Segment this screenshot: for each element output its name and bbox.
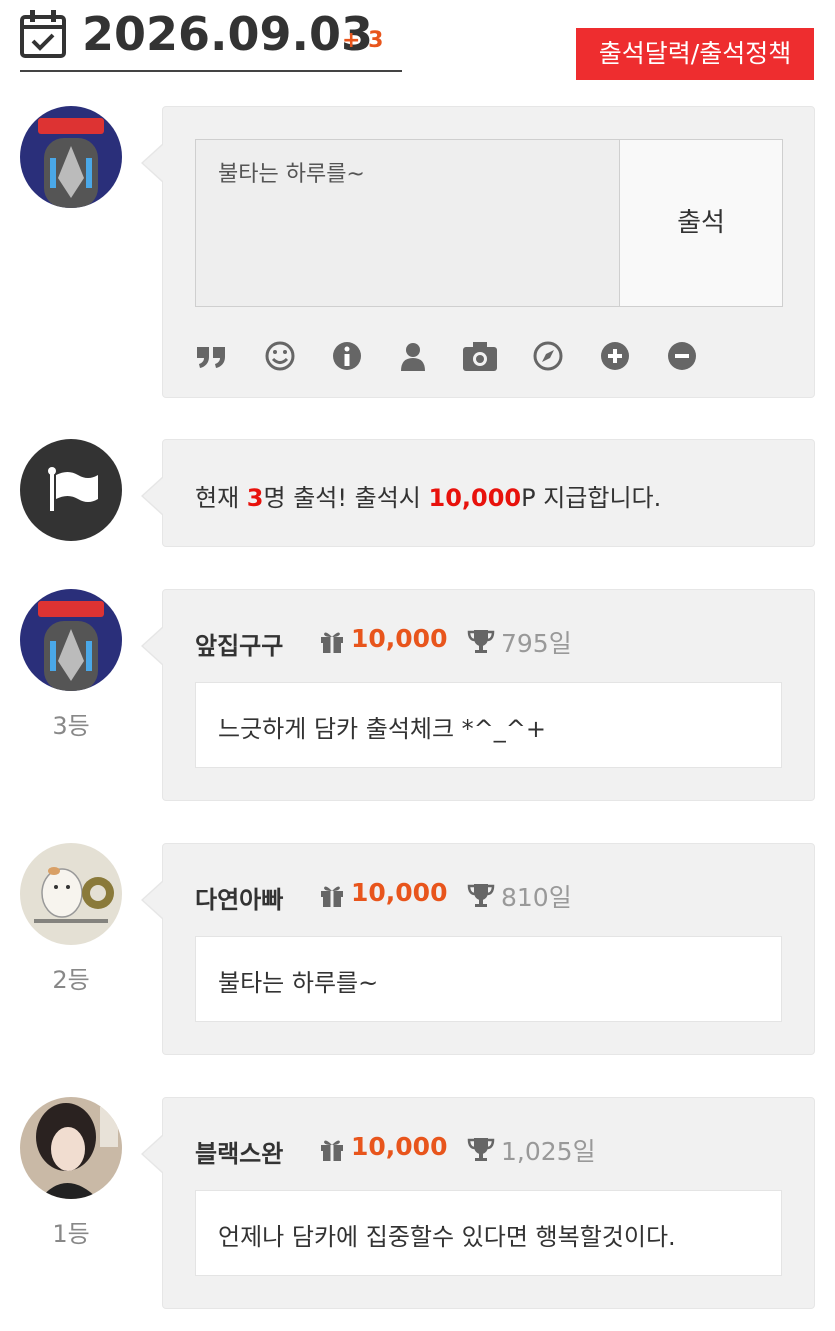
trophy-icon xyxy=(467,884,495,907)
gift-icon xyxy=(321,1140,343,1161)
user-icon[interactable] xyxy=(396,339,430,373)
reward-points: 10,000 xyxy=(351,624,448,653)
minus-circle-icon[interactable] xyxy=(665,339,699,373)
info-icon[interactable] xyxy=(330,339,364,373)
avatar xyxy=(20,843,122,945)
consecutive-days: 1,025일 xyxy=(501,1137,596,1166)
consecutive-days: 795일 xyxy=(501,629,572,658)
attendance-entry: 다연아빠 10,000 810일 불타는 하루를~ xyxy=(141,843,815,1055)
user-name[interactable]: 블랙스완 xyxy=(195,1134,283,1169)
gift-icon xyxy=(321,886,343,907)
gift-icon xyxy=(321,632,343,653)
rank-label: 3등 xyxy=(52,712,90,740)
rank-label: 2등 xyxy=(52,966,90,994)
attendance-notice-card: 현재 3명 출석! 출석시 10,000P 지급합니다. xyxy=(141,439,815,547)
smiley-icon[interactable] xyxy=(263,339,297,373)
attendance-message: 불타는 하루를~ xyxy=(195,936,782,1022)
user-name[interactable]: 다연아빠 xyxy=(195,880,283,915)
avatar xyxy=(20,106,122,208)
camera-icon[interactable] xyxy=(461,339,499,373)
plus-circle-icon[interactable] xyxy=(598,339,632,373)
reward-points: 10,000 xyxy=(428,484,522,512)
flag-icon xyxy=(20,439,122,541)
compass-icon[interactable] xyxy=(531,339,565,373)
calendar-check-icon xyxy=(20,10,66,58)
attendance-entry: 블랙스완 10,000 1,025일 언제나 담카에 집중할수 있다면 행복할것… xyxy=(141,1097,815,1309)
current-date: 2026.09.03 xyxy=(82,7,374,61)
attendance-policy-button[interactable]: 출석달력/출석정책 xyxy=(576,28,814,80)
reward-points: 10,000 xyxy=(351,1132,448,1161)
attendance-message: 느긋하게 담카 출석체크 *^_^+ xyxy=(195,682,782,768)
attendance-compose-card: 불타는 하루를~ 출석 xyxy=(141,106,815,398)
notice-text: 현재 3명 출석! 출석시 10,000P 지급합니다. xyxy=(195,484,662,512)
comment-input[interactable]: 불타는 하루를~ xyxy=(195,139,620,307)
attendance-message: 언제나 담카에 집중할수 있다면 행복할것이다. xyxy=(195,1190,782,1276)
trophy-icon xyxy=(467,630,495,653)
consecutive-days: 810일 xyxy=(501,883,572,912)
attendance-entry: 앞집구구 10,000 795일 느긋하게 담카 출석체크 *^_^+ xyxy=(141,589,815,801)
trophy-icon xyxy=(467,1138,495,1161)
avatar xyxy=(20,1097,122,1199)
quote-icon[interactable] xyxy=(195,339,229,373)
date-header: 2026.09.03 + 3 xyxy=(20,0,402,72)
attendee-count: 3 xyxy=(246,484,264,512)
rank-label: 1등 xyxy=(52,1220,90,1248)
attendance-increase: + 3 xyxy=(342,28,384,53)
avatar xyxy=(20,589,122,691)
user-name[interactable]: 앞집구구 xyxy=(195,626,283,661)
reward-points: 10,000 xyxy=(351,878,448,907)
attend-submit-button[interactable]: 출석 xyxy=(619,139,783,307)
